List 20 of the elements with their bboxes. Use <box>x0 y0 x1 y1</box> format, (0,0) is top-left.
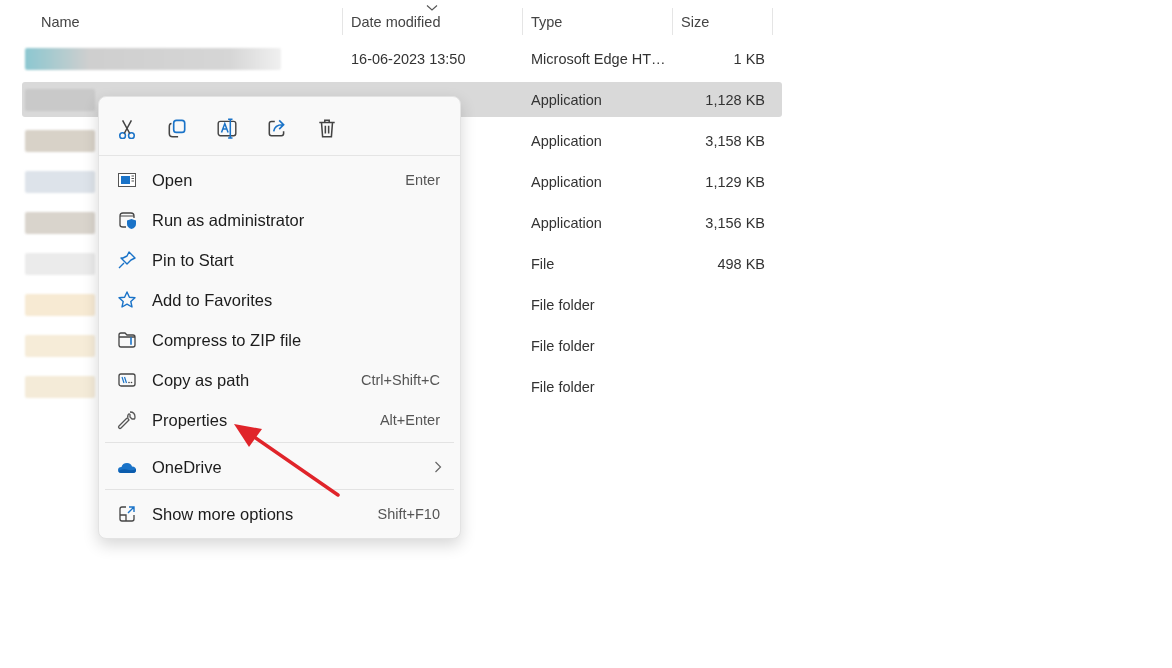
shortcut-hint: Shift+F10 <box>377 506 440 522</box>
shortcut-hint: Enter <box>405 172 440 188</box>
shortcut-hint: Ctrl+Shift+C <box>361 372 440 388</box>
type-cell: File folder <box>531 378 595 395</box>
size-cell: 498 KB <box>717 255 765 272</box>
date-cell: 16-06-2023 13:50 <box>351 50 466 67</box>
size-cell: 1,129 KB <box>705 173 765 190</box>
type-cell: Microsoft Edge HT… <box>531 50 666 67</box>
type-cell: Application <box>531 91 602 108</box>
type-cell: File folder <box>531 337 595 354</box>
size-cell: 1 KB <box>733 50 765 67</box>
size-cell: 3,158 KB <box>705 132 765 149</box>
type-cell: File <box>531 255 555 272</box>
type-cell: Application <box>531 132 602 149</box>
type-cell: Application <box>531 173 602 190</box>
type-cell: File folder <box>531 296 595 313</box>
size-cell: 1,128 KB <box>705 91 765 108</box>
type-cell: Application <box>531 214 602 231</box>
shortcut-hint: Alt+Enter <box>379 412 440 428</box>
size-cell: 3,156 KB <box>705 214 765 231</box>
